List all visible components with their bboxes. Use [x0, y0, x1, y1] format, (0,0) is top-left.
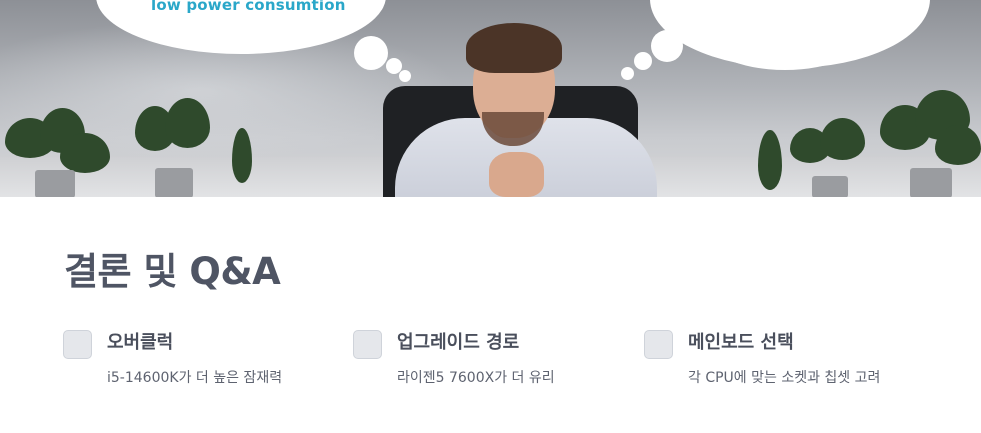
thought-bubble-text: low power consumtion [151, 0, 346, 14]
checkbox[interactable] [644, 330, 673, 359]
item-description: i5-14600K가 더 높은 잠재력 [107, 370, 283, 386]
plant-left-1 [0, 108, 110, 197]
item-label: 업그레이드 경로 [397, 332, 520, 353]
item-overclock: 오버클럭 i5-14600K가 더 높은 잠재력 [63, 328, 353, 398]
item-description: 각 CPU에 맞는 소켓과 칩셋 고려 [688, 370, 881, 386]
content-area: 결론 및 Q&A 오버클럭 i5-14600K가 더 높은 잠재력 업그레이드 … [0, 197, 981, 433]
item-label: 메인보드 선택 [688, 332, 794, 353]
thought-bubble-4 [651, 30, 683, 62]
thought-bubble-6 [621, 67, 634, 80]
thought-bubble-1 [354, 36, 388, 70]
checkbox[interactable] [353, 330, 382, 359]
person-hair [466, 23, 562, 73]
plant-right-3 [880, 90, 981, 197]
plant-right-1 [750, 130, 790, 197]
plant-left-3 [228, 128, 258, 197]
checkbox[interactable] [63, 330, 92, 359]
thought-bubble-3 [399, 70, 411, 82]
item-label: 오버클럭 [107, 332, 174, 353]
thought-bubble-5 [634, 52, 652, 70]
plant-left-2 [130, 98, 220, 197]
item-upgrade-path: 업그레이드 경로 라이젠5 7600X가 더 유리 [353, 328, 643, 398]
item-mainboard-choice: 메인보드 선택 각 CPU에 맞는 소켓과 칩셋 고려 [644, 328, 934, 398]
slide: low power consumtion 결론 및 Q&A 오버클럭 i5-14… [0, 0, 981, 433]
hero-image: low power consumtion [0, 0, 981, 197]
item-description: 라이젠5 7600X가 더 유리 [397, 370, 555, 386]
section-title: 결론 및 Q&A [64, 250, 281, 293]
person-hand [489, 152, 544, 197]
plant-right-2 [790, 118, 870, 197]
